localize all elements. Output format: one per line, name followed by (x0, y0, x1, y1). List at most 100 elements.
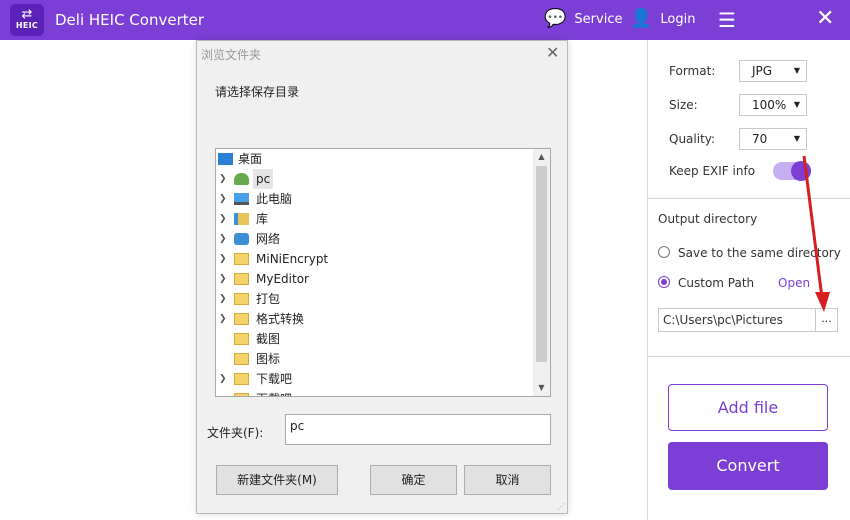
tree-item-label: 下载吧 (256, 389, 292, 396)
custom-path-label[interactable]: Custom Path (678, 276, 754, 290)
scroll-up-icon[interactable]: ▲ (533, 149, 550, 165)
size-value: 100% (752, 98, 787, 112)
chevron-right-icon[interactable]: ❯ (219, 289, 227, 309)
convert-arrows-icon: ⇄ (21, 7, 33, 22)
tree-item[interactable]: 桌面 (216, 149, 534, 169)
resize-grip-icon[interactable]: ⋰ (557, 502, 565, 511)
exif-label: Keep EXIF info (669, 164, 756, 178)
chevron-down-icon: ▼ (793, 134, 800, 143)
folder-icon (234, 373, 249, 385)
tree-item[interactable]: ❯ 下载吧 (216, 369, 534, 389)
tree-item[interactable]: ❯ 库 (216, 209, 534, 229)
chevron-right-icon[interactable]: ❯ (219, 249, 227, 269)
browse-button[interactable]: ... (815, 308, 838, 332)
tree-item[interactable]: 截图 (216, 329, 534, 349)
folder-tree: 桌面 ❯ pc ❯ 此电脑 ❯ 库 ❯ 网络 ❯ MiNiEncrypt ❯ M… (215, 148, 551, 397)
tree-item-label: 桌面 (238, 152, 263, 166)
chevron-right-icon[interactable]: ❯ (219, 309, 227, 329)
folder-icon (234, 313, 249, 325)
chevron-down-icon: ▼ (793, 100, 800, 109)
network-icon (234, 233, 249, 245)
quality-select[interactable]: 70 ▼ (739, 128, 807, 150)
tree-scrollbar[interactable]: ▲ ▼ (533, 149, 550, 396)
chevron-right-icon[interactable]: ❯ (219, 269, 227, 289)
folder-icon (234, 393, 249, 396)
convert-button[interactable]: Convert (668, 442, 828, 490)
chevron-right-icon[interactable]: ❯ (219, 209, 227, 229)
chevron-down-icon: ▼ (793, 66, 800, 75)
chevron-right-icon[interactable]: ❯ (219, 169, 227, 189)
chevron-right-icon[interactable]: ❯ (219, 369, 227, 389)
format-select[interactable]: JPG ▼ (739, 60, 807, 82)
size-label: Size: (669, 98, 698, 112)
tree-item[interactable]: ❯ MyEditor (216, 269, 534, 289)
tree-item-label: MyEditor (256, 272, 309, 286)
toggle-knob (791, 161, 811, 181)
output-path-field[interactable]: C:\Users\pc\Pictures (658, 308, 816, 332)
tree-item-label: 网络 (256, 232, 281, 246)
chevron-right-icon[interactable]: ❯ (219, 229, 227, 249)
quality-label: Quality: (669, 132, 716, 146)
user-icon (234, 173, 249, 185)
section-divider (648, 198, 850, 199)
tree-item-label: MiNiEncrypt (256, 252, 329, 266)
cancel-button[interactable]: 取消 (464, 465, 551, 495)
section-divider (648, 356, 850, 357)
ok-button[interactable]: 确定 (370, 465, 457, 495)
hamburger-menu-icon[interactable]: ☰ (718, 8, 736, 32)
tree-item-label: 此电脑 (256, 192, 293, 206)
scrollbar-thumb[interactable] (536, 166, 547, 362)
user-icon: 👤 (630, 8, 653, 29)
computer-icon (234, 193, 249, 205)
settings-panel: Format: JPG ▼ Size: 100% ▼ Quality: 70 ▼… (648, 40, 850, 520)
login-label: Login (660, 11, 696, 27)
service-button[interactable]: 💬 Service (544, 10, 622, 28)
tree-item-label: 图标 (256, 352, 281, 366)
new-folder-button[interactable]: 新建文件夹(M) (216, 465, 338, 495)
tree-item-label: 截图 (256, 332, 281, 346)
tree-item-label: 格式转换 (256, 312, 305, 326)
output-directory-title: Output directory (658, 212, 758, 226)
same-directory-label[interactable]: Save to the same directory (678, 246, 841, 260)
tree-item-label: pc (253, 169, 274, 189)
custom-path-radio[interactable] (658, 276, 670, 288)
tree-item[interactable]: 下载吧 (216, 389, 534, 396)
close-icon[interactable]: ✕ (816, 6, 834, 31)
folder-name-input[interactable]: pc (285, 414, 551, 445)
desktop-icon (218, 153, 233, 165)
tree-item[interactable]: ❯ pc (216, 169, 534, 189)
chevron-right-icon[interactable]: ❯ (219, 189, 227, 209)
folder-icon (234, 333, 249, 345)
close-icon[interactable]: ✕ (546, 43, 559, 62)
folder-icon (234, 273, 249, 285)
format-value: JPG (752, 64, 773, 78)
tree-item[interactable]: ❯ MiNiEncrypt (216, 249, 534, 269)
dialog-prompt: 请选择保存目录 (215, 85, 300, 99)
folder-icon (234, 353, 249, 365)
scroll-down-icon[interactable]: ▼ (533, 380, 550, 396)
tree-item-label: 打包 (256, 292, 281, 306)
title-bar: ⇄ HEIC Deli HEIC Converter 💬 Service 👤 L… (0, 0, 850, 40)
format-label: Format: (669, 64, 716, 78)
app-logo: ⇄ HEIC (10, 4, 44, 36)
folder-icon (234, 293, 249, 305)
login-button[interactable]: 👤 Login (630, 10, 696, 28)
tree-item[interactable]: 图标 (216, 349, 534, 369)
folder-icon (234, 253, 249, 265)
tree-item[interactable]: ❯ 打包 (216, 289, 534, 309)
dialog-title: 浏览文件夹 (201, 48, 262, 62)
exif-toggle[interactable] (773, 161, 811, 181)
folder-label: 文件夹(F): (207, 426, 264, 440)
same-directory-radio[interactable] (658, 246, 670, 258)
logo-text: HEIC (15, 21, 39, 30)
open-folder-link[interactable]: Open (778, 276, 810, 290)
quality-value: 70 (752, 132, 768, 146)
add-file-button[interactable]: Add file (668, 384, 828, 431)
tree-item-label: 下载吧 (256, 372, 293, 386)
browse-folder-dialog: 浏览文件夹 ✕ 请选择保存目录 桌面 ❯ pc ❯ 此电脑 ❯ 库 ❯ 网络 ❯ (196, 40, 568, 514)
service-label: Service (574, 11, 623, 27)
tree-item[interactable]: ❯ 此电脑 (216, 189, 534, 209)
size-select[interactable]: 100% ▼ (739, 94, 807, 116)
tree-item[interactable]: ❯ 格式转换 (216, 309, 534, 329)
tree-item[interactable]: ❯ 网络 (216, 229, 534, 249)
